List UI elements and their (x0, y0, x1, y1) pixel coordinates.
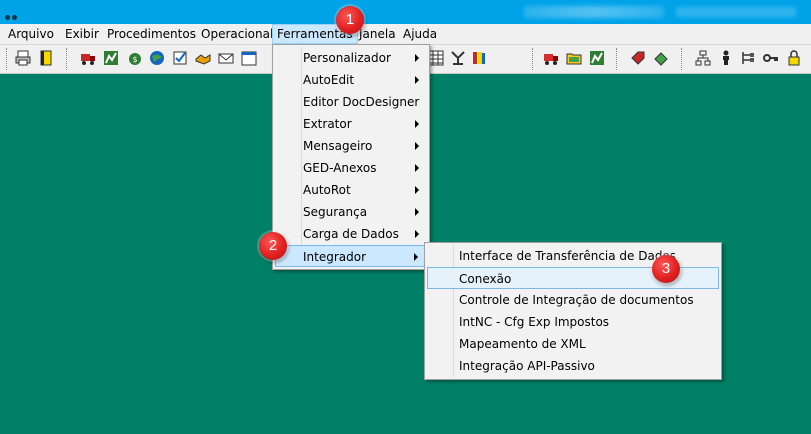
envelope-icon[interactable] (218, 50, 234, 66)
books-icon[interactable] (471, 50, 487, 66)
document-chart-icon[interactable] (103, 50, 119, 66)
ferramentas-dropdown: Personalizador AutoEdit Editor DocDesign… (272, 44, 430, 270)
grid-icon[interactable] (428, 50, 444, 66)
menu-item-ged-anexos[interactable]: GED-Anexos (275, 157, 427, 179)
menu-item-label: Integrador (303, 250, 367, 264)
globe-icon[interactable] (149, 50, 165, 66)
tree-icon[interactable] (740, 50, 756, 66)
svg-text:$: $ (132, 55, 137, 64)
submenu-arrow-icon (415, 142, 419, 150)
menu-item-seguranca[interactable]: Segurança (275, 201, 427, 223)
menu-item-label: Segurança (303, 205, 368, 219)
tag-icon[interactable] (630, 50, 646, 66)
submenu-item-mapeamento-xml[interactable]: Mapeamento de XML (427, 333, 719, 355)
menu-ajuda[interactable]: Ajuda (399, 25, 441, 43)
menu-item-label: Mensageiro (303, 139, 373, 153)
submenu-arrow-icon (415, 230, 419, 238)
step-badge-3: 3 (652, 255, 680, 283)
menu-item-extrator[interactable]: Extrator (275, 113, 427, 135)
submenu-arrow-icon (415, 208, 419, 216)
org-chart-icon[interactable] (695, 50, 711, 66)
title-bar (0, 0, 811, 24)
network-icon[interactable] (450, 50, 466, 66)
submenu-arrow-icon (415, 120, 419, 128)
calendar-icon[interactable] (241, 50, 257, 66)
blurred-title (524, 6, 664, 18)
menu-item-label: AutoRot (303, 183, 351, 197)
check-icon[interactable] (172, 50, 188, 66)
recycle-icon[interactable] (653, 50, 669, 66)
menu-item-label: Interface de Transferência de Dados (459, 249, 677, 263)
menu-item-label: IntNC - Cfg Exp Impostos (459, 315, 610, 329)
submenu-item-integracao-api[interactable]: Integração API-Passivo (427, 355, 719, 377)
lock-icon[interactable] (786, 50, 802, 66)
toolbar-separator (681, 48, 683, 70)
toolbar-separator (66, 48, 68, 70)
menu-exibir[interactable]: Exibir (61, 25, 103, 43)
truck-red-icon[interactable] (543, 50, 559, 66)
menu-item-label: Editor DocDesigner (303, 95, 420, 109)
submenu-arrow-icon (414, 253, 418, 261)
menu-item-personalizador[interactable]: Personalizador (275, 47, 427, 69)
menu-bar: Arquivo Exibir Procedimentos Operacional… (0, 24, 811, 45)
menu-item-mensageiro[interactable]: Mensageiro (275, 135, 427, 157)
book-icon[interactable] (38, 50, 54, 66)
step-badge-1: 1 (336, 6, 364, 34)
window-dots (5, 9, 19, 23)
submenu-arrow-icon (415, 76, 419, 84)
key-icon[interactable] (763, 50, 779, 66)
print-icon[interactable] (15, 50, 31, 66)
submenu-arrow-icon (415, 164, 419, 172)
menu-arquivo[interactable]: Arquivo (4, 25, 58, 43)
blurred-title-2 (676, 7, 796, 17)
menu-item-autorot[interactable]: AutoRot (275, 179, 427, 201)
menu-item-carga-de-dados[interactable]: Carga de Dados (275, 223, 427, 245)
menu-item-label: Extrator (303, 117, 352, 131)
money-bag-icon[interactable]: $ (127, 50, 143, 66)
handshake-icon[interactable] (195, 50, 211, 66)
menu-procedimentos[interactable]: Procedimentos (103, 25, 200, 43)
menu-item-label: GED-Anexos (303, 161, 377, 175)
chart-icon[interactable] (589, 50, 605, 66)
menu-item-label: Integração API-Passivo (459, 359, 595, 373)
submenu-arrow-icon (415, 186, 419, 194)
toolbar-separator (616, 48, 618, 70)
menu-item-label: AutoEdit (303, 73, 355, 87)
menu-item-editor-docdesigner[interactable]: Editor DocDesigner (275, 91, 427, 113)
menu-item-label: Controle de Integração de documentos (459, 293, 694, 307)
submenu-arrow-icon (415, 54, 419, 62)
menu-item-label: Conexão (459, 272, 512, 286)
menu-item-label: Personalizador (303, 51, 391, 65)
menu-item-label: Mapeamento de XML (459, 337, 586, 351)
truck-icon[interactable] (80, 50, 96, 66)
step-badge-2: 2 (259, 232, 287, 260)
toolbar-separator (532, 48, 534, 70)
submenu-item-intnc-cfg[interactable]: IntNC - Cfg Exp Impostos (427, 311, 719, 333)
folder-icon[interactable] (566, 50, 582, 66)
menu-item-autoedit[interactable]: AutoEdit (275, 69, 427, 91)
toolbar-separator (6, 48, 8, 70)
person-icon[interactable] (718, 50, 734, 66)
menu-item-integrador[interactable]: Integrador (275, 245, 427, 267)
menu-item-label: Carga de Dados (303, 227, 399, 241)
menu-operacional[interactable]: Operacional (197, 25, 277, 43)
submenu-item-controle-integracao[interactable]: Controle de Integração de documentos (427, 289, 719, 311)
